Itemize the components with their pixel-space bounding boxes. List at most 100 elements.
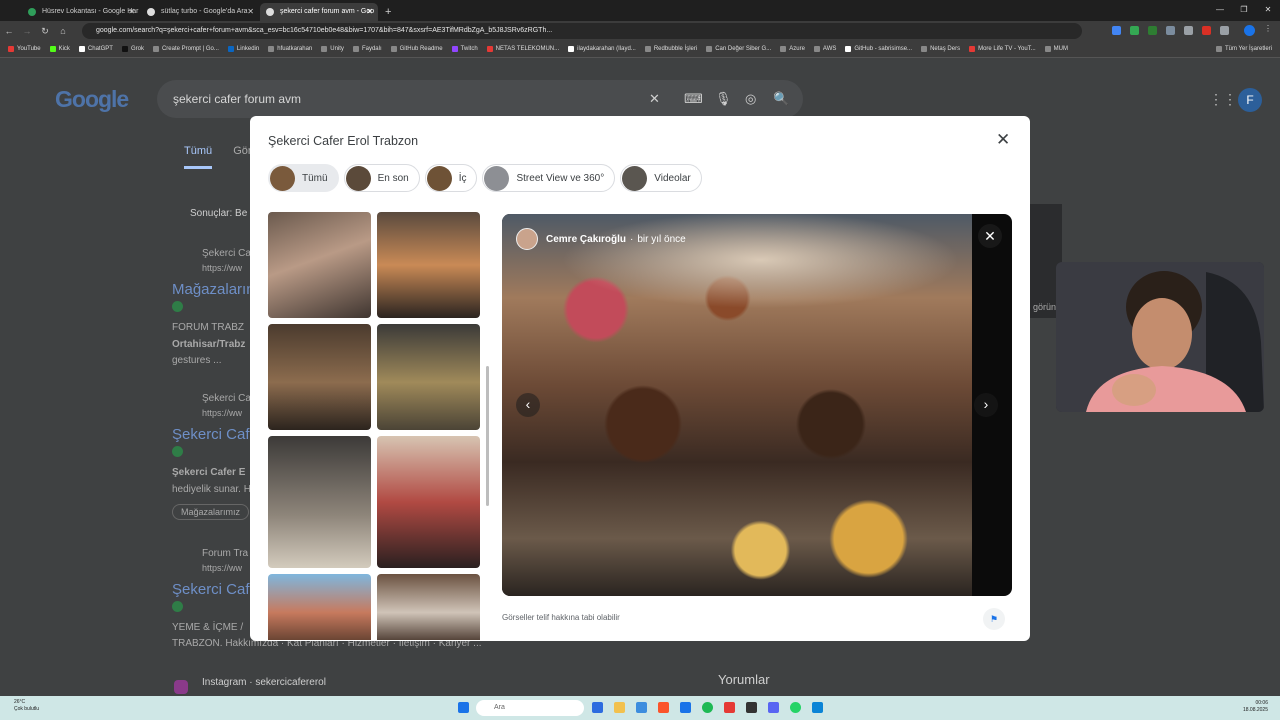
close-tab-icon[interactable]: ✕ — [247, 3, 254, 21]
extension-icon[interactable] — [1166, 26, 1175, 35]
photo-thumbnail[interactable] — [268, 574, 371, 640]
bookmark-item[interactable]: Create Prompt | Go... — [152, 46, 219, 52]
app-icon[interactable] — [746, 702, 757, 713]
result-title-link[interactable]: Şekerci Caf — [172, 426, 250, 443]
extension-icon[interactable] — [1130, 26, 1139, 35]
photo-thumbnail[interactable] — [268, 212, 371, 318]
menu-dots-icon[interactable]: ⋮ — [1264, 24, 1273, 33]
bookmark-item[interactable]: Unity — [321, 46, 344, 52]
bookmark-item[interactable]: Redbubble İşleri — [644, 46, 697, 52]
previous-photo-icon[interactable]: ‹ — [516, 393, 540, 417]
keyboard-icon[interactable]: ⌨ — [684, 80, 703, 118]
close-window-icon[interactable]: ✕ — [1256, 0, 1280, 21]
close-viewer-icon[interactable]: ✕ — [978, 224, 1002, 248]
browser-tab[interactable]: sütlaç turbo - Google'da Ara ✕ — [141, 3, 259, 21]
bookmark-item[interactable]: Can Değer Siber G... — [706, 46, 771, 52]
browser-tab-active[interactable]: şekerci cafer forum avm - Goo ✕ — [260, 3, 378, 21]
bookmark-item[interactable]: ilaydakarahan (Ilayd... — [568, 46, 636, 52]
extension-icon[interactable] — [1184, 26, 1193, 35]
profile-avatar-icon[interactable] — [1244, 25, 1255, 36]
apps-grid-icon[interactable]: ⋮⋮ — [1209, 91, 1237, 108]
sitelink-chip[interactable]: Mağazalarımız — [172, 504, 250, 520]
report-flag-icon[interactable]: ⚑ — [983, 608, 1005, 630]
search-input[interactable]: şekerci cafer forum avm ✕ ⌨ 🎙 ◎ 🔍 — [157, 80, 803, 118]
bookmark-item[interactable]: More Life TV - YouT... — [969, 46, 1036, 52]
bookmark-item[interactable]: hfuatkarahan — [268, 46, 312, 52]
bookmark-item[interactable]: NETAS TELEKOMUN... — [486, 46, 559, 52]
app-icon[interactable] — [812, 702, 823, 713]
close-tab-icon[interactable]: ✕ — [366, 3, 373, 21]
bookmark-item[interactable]: AWS — [813, 46, 836, 52]
bookmark-item[interactable]: GitHub - sabrisimse... — [845, 46, 912, 52]
app-icon[interactable] — [680, 702, 691, 713]
bookmark-item[interactable]: Azure — [780, 46, 805, 52]
new-tab-button[interactable]: + — [385, 3, 391, 21]
chip-street-view[interactable]: Street View ve 360° — [482, 164, 616, 192]
camera-icon[interactable]: ◎ — [745, 80, 756, 118]
photo-thumbnail[interactable] — [377, 212, 480, 318]
close-dialog-button[interactable]: ✕ — [996, 130, 1010, 150]
bookmark-item[interactable]: Netaş Ders — [921, 46, 960, 52]
app-icon[interactable] — [592, 702, 603, 713]
extension-icon[interactable] — [1148, 26, 1157, 35]
file-explorer-icon[interactable] — [614, 702, 625, 713]
result-title-link[interactable]: Mağazaların — [172, 281, 255, 298]
bookmark-item[interactable]: MUM — [1044, 46, 1068, 52]
photo-thumbnail[interactable] — [377, 436, 480, 568]
forward-icon[interactable]: → — [18, 26, 36, 36]
bookmark-item[interactable]: Twitch — [451, 46, 478, 52]
next-photo-icon[interactable]: › — [974, 393, 998, 417]
browser-tab[interactable]: Hüsrev Lokantası - Google Har ✕ — [22, 3, 140, 21]
brave-browser-icon[interactable] — [658, 702, 669, 713]
thumbnail-scrollbar[interactable] — [486, 366, 489, 506]
whatsapp-icon[interactable] — [790, 702, 801, 713]
photo-thumbnail[interactable] — [377, 324, 480, 430]
photo-author[interactable]: Cemre Çakıroğlu · bir yıl önce — [516, 228, 686, 250]
url-field[interactable]: google.com/search?q=şekerci+cafer+forum+… — [82, 23, 1082, 39]
result-snippet: Şekerci Cafer E — [172, 467, 246, 478]
chip-latest[interactable]: En son — [343, 164, 420, 192]
bookmark-item[interactable]: Grok — [121, 46, 144, 52]
tab-all[interactable]: Tümü — [184, 145, 213, 169]
app-icon[interactable] — [636, 702, 647, 713]
bookmark-item[interactable]: Linkedin — [227, 46, 259, 52]
bookmark-item[interactable]: Kick — [49, 46, 70, 52]
spotify-icon[interactable] — [702, 702, 713, 713]
weather-widget[interactable]: 26°C Çok bulutlu — [14, 699, 39, 713]
bookmark-item[interactable]: GitHub Readme — [390, 46, 443, 52]
google-logo[interactable]: Google — [55, 86, 129, 113]
photo-thumbnail[interactable] — [268, 324, 371, 430]
maximize-icon[interactable]: ❐ — [1232, 0, 1256, 21]
extension-icon[interactable] — [1112, 26, 1121, 35]
chip-interior[interactable]: İç — [424, 164, 478, 192]
close-tab-icon[interactable]: ✕ — [128, 3, 135, 21]
bookmark-item[interactable]: YouTube — [8, 46, 41, 52]
minimize-icon[interactable]: — — [1208, 0, 1232, 21]
account-avatar[interactable]: F — [1238, 88, 1262, 112]
reload-icon[interactable]: ↻ — [36, 26, 54, 37]
app-icon[interactable] — [724, 702, 735, 713]
chip-all[interactable]: Tümü — [268, 164, 339, 192]
home-icon[interactable]: ⌂ — [54, 26, 72, 36]
taskbar-search[interactable]: Ara — [476, 700, 584, 716]
all-bookmarks-item[interactable]: Tüm Yer İşaretleri — [1215, 46, 1272, 52]
system-clock[interactable]: 00:06 18.08.2025 — [1243, 700, 1268, 714]
extensions-puzzle-icon[interactable] — [1220, 26, 1229, 35]
microphone-icon[interactable]: 🎙 — [715, 80, 732, 118]
discord-icon[interactable] — [768, 702, 779, 713]
chip-videos[interactable]: Videolar — [620, 164, 702, 192]
start-menu-icon[interactable] — [458, 702, 469, 713]
photo-thumbnail[interactable] — [268, 436, 371, 568]
result-title-link[interactable]: Şekerci Caf — [172, 581, 250, 598]
search-icon[interactable]: 🔍 — [773, 80, 789, 118]
clear-icon[interactable]: ✕ — [649, 80, 660, 118]
back-icon[interactable]: ← — [0, 26, 18, 36]
results-header: Sonuçlar: Be — [190, 208, 248, 219]
bookmark-item[interactable]: Faydalı — [352, 46, 382, 52]
result-site: Şekerci Ca — [202, 393, 251, 404]
result-snippet: YEME & İÇME / — [172, 622, 244, 633]
copyright-notice: Görseller telif hakkına tabi olabilir — [502, 613, 620, 622]
photo-thumbnail[interactable] — [377, 574, 480, 640]
extension-icon[interactable] — [1202, 26, 1211, 35]
bookmark-item[interactable]: ChatGPT — [78, 46, 113, 52]
